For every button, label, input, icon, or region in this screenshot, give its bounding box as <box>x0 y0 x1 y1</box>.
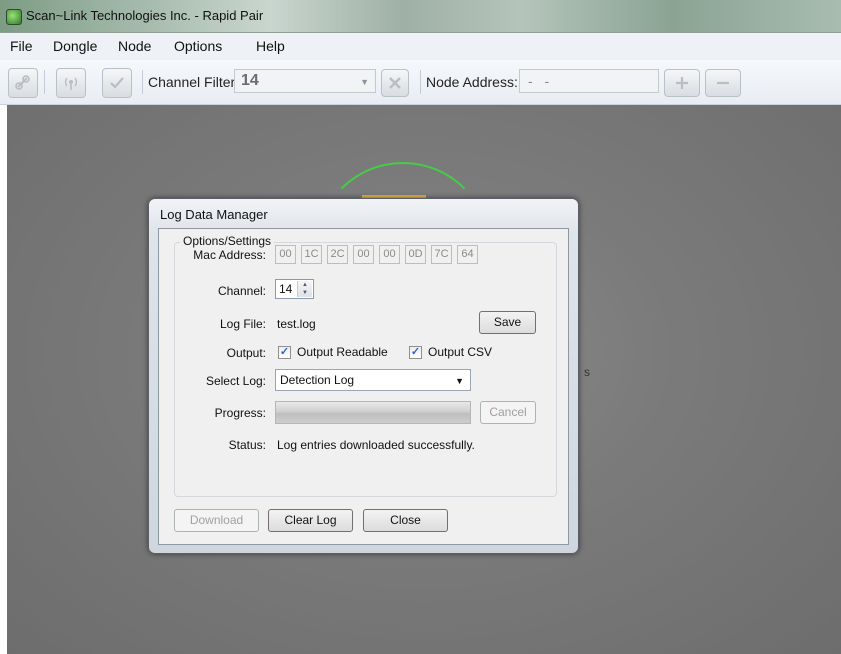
node-address-label: Node Address: <box>426 74 518 90</box>
check-icon[interactable] <box>102 68 132 98</box>
toolbar: Channel Filter 14 ▼ Node Address: - - <box>0 60 841 105</box>
window-titlebar: Scan~Link Technologies Inc. - Rapid Pair <box>0 0 841 33</box>
log-file-value: test.log <box>277 317 316 331</box>
dialog-title: Log Data Manager <box>160 207 268 222</box>
antenna-icon[interactable] <box>56 68 86 98</box>
menu-file[interactable]: File <box>10 38 33 54</box>
mac-octet-8: 64 <box>457 245 478 264</box>
log-file-label: Log File: <box>219 317 266 331</box>
node-address-value: - - <box>528 73 554 89</box>
channel-filter-value: 14 <box>241 72 259 89</box>
spin-arrows-icon[interactable]: ▲ ▼ <box>297 281 312 297</box>
app-icon <box>6 9 22 25</box>
output-label: Output: <box>226 346 266 360</box>
output-readable-label: Output Readable <box>297 345 388 359</box>
clear-icon[interactable] <box>381 69 409 97</box>
mac-octet-4: 00 <box>353 245 374 264</box>
toolbar-separator <box>44 70 45 94</box>
chevron-down-icon: ▼ <box>455 376 464 386</box>
output-csv-checkbox[interactable]: ✓ <box>409 346 422 359</box>
mac-octet-1: 00 <box>275 245 296 264</box>
log-data-manager-dialog: Log Data Manager Options/Settings Mac Ad… <box>148 198 579 554</box>
channel-filter-select[interactable]: 14 ▼ <box>234 69 376 93</box>
mac-octet-6: 0D <box>405 245 426 264</box>
output-readable-checkbox[interactable]: ✓ <box>278 346 291 359</box>
mac-octet-7: 7C <box>431 245 452 264</box>
channel-label: Channel: <box>217 284 266 298</box>
progress-label: Progress: <box>214 406 266 420</box>
node-address-field[interactable]: - - <box>519 69 659 93</box>
mac-octet-2: 1C <box>301 245 322 264</box>
select-log-label: Select Log: <box>205 374 266 388</box>
menu-help[interactable]: Help <box>256 38 285 54</box>
channel-filter-label: Channel Filter <box>148 74 236 90</box>
toolbar-separator <box>142 70 143 94</box>
channel-stepper[interactable]: 14 ▲ ▼ <box>275 279 314 299</box>
channel-stepper-value: 14 <box>279 282 293 296</box>
status-label: Status: <box>228 438 266 452</box>
plus-icon[interactable] <box>664 69 700 97</box>
link-icon[interactable] <box>8 68 38 98</box>
menu-dongle[interactable]: Dongle <box>53 38 97 54</box>
menu-node[interactable]: Node <box>118 38 151 54</box>
minus-icon[interactable] <box>705 69 741 97</box>
menu-bar: File Dongle Node Options Help <box>0 33 841 61</box>
background-text: s <box>584 365 590 379</box>
download-button[interactable]: Download <box>174 509 259 532</box>
close-button[interactable]: Close <box>363 509 448 532</box>
window-title: Scan~Link Technologies Inc. - Rapid Pair <box>26 8 264 23</box>
toolbar-separator <box>420 70 421 94</box>
save-button[interactable]: Save <box>479 311 536 334</box>
menu-options[interactable]: Options <box>174 38 222 54</box>
mac-octet-3: 2C <box>327 245 348 264</box>
progress-fill <box>276 402 470 423</box>
select-log-value: Detection Log <box>280 373 355 387</box>
chevron-down-icon: ▼ <box>360 77 369 87</box>
download-progress-bar <box>275 401 471 424</box>
mac-octet-5: 00 <box>379 245 400 264</box>
cancel-button[interactable]: Cancel <box>480 401 536 424</box>
select-log-dropdown[interactable]: Detection Log ▼ <box>275 369 471 391</box>
output-csv-label: Output CSV <box>428 345 493 359</box>
status-message: Log entries downloaded successfully. <box>277 438 475 452</box>
mac-address-label: Mac Address: <box>193 248 266 262</box>
dialog-body: Options/Settings Mac Address: 00 1C 2C 0… <box>158 228 569 545</box>
clear-log-button[interactable]: Clear Log <box>268 509 353 532</box>
group-title: Options/Settings <box>180 234 275 248</box>
